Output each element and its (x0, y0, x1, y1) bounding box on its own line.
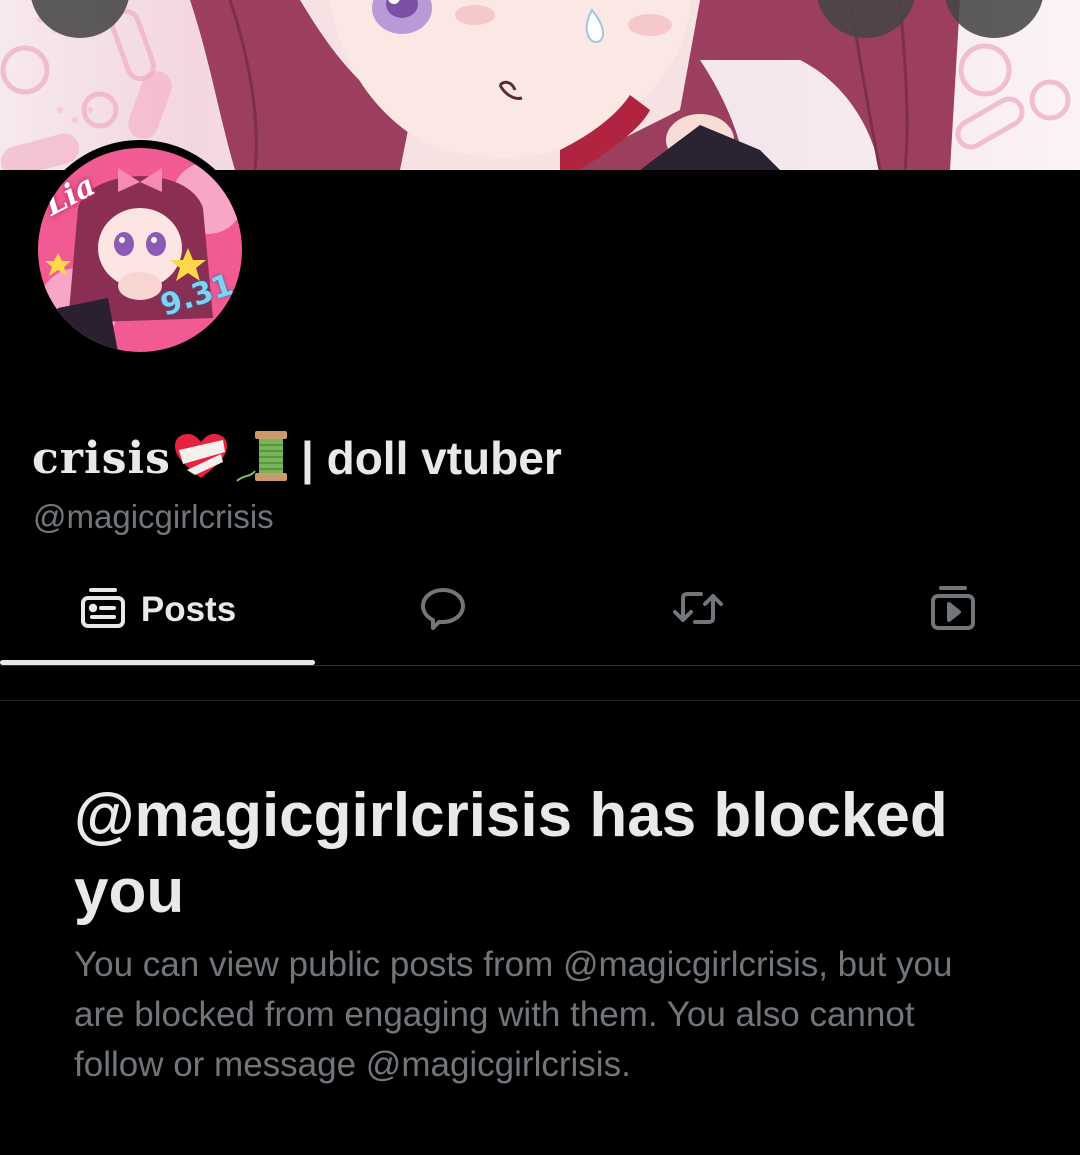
media-icon (929, 584, 977, 637)
tab-replies[interactable] (315, 560, 570, 660)
tab-posts[interactable]: Posts (0, 560, 315, 660)
profile-avatar[interactable]: Lia 9.31 (30, 140, 250, 360)
profile-page: Lia 9.31 crisis | doll vtuber @magicgirl… (0, 0, 1080, 1155)
blocked-notice-title: @magicgirlcrisis has blocked you (74, 781, 948, 926)
tab-reposts[interactable] (570, 560, 825, 660)
tab-media[interactable] (825, 560, 1080, 660)
display-name: crisis | doll vtuber (32, 426, 562, 490)
posts-icon (79, 586, 127, 635)
bandaged-heart-icon (173, 432, 229, 485)
profile-tabs: Posts (0, 560, 1080, 666)
replies-icon (419, 584, 467, 637)
tabs-divider (0, 665, 1080, 666)
display-name-stylized: crisis (32, 432, 171, 484)
blocked-notice-description: You can view public posts from @magicgir… (74, 945, 953, 1084)
display-name-suffix: | doll vtuber (300, 432, 562, 484)
reposts-icon (671, 588, 725, 633)
tab-posts-label: Posts (140, 590, 237, 629)
avatar-image: Lia 9.31 (38, 148, 242, 352)
content-divider (0, 700, 1080, 701)
profile-handle: @magicgirlcrisis (33, 498, 274, 535)
spool-of-thread-icon (233, 427, 293, 490)
